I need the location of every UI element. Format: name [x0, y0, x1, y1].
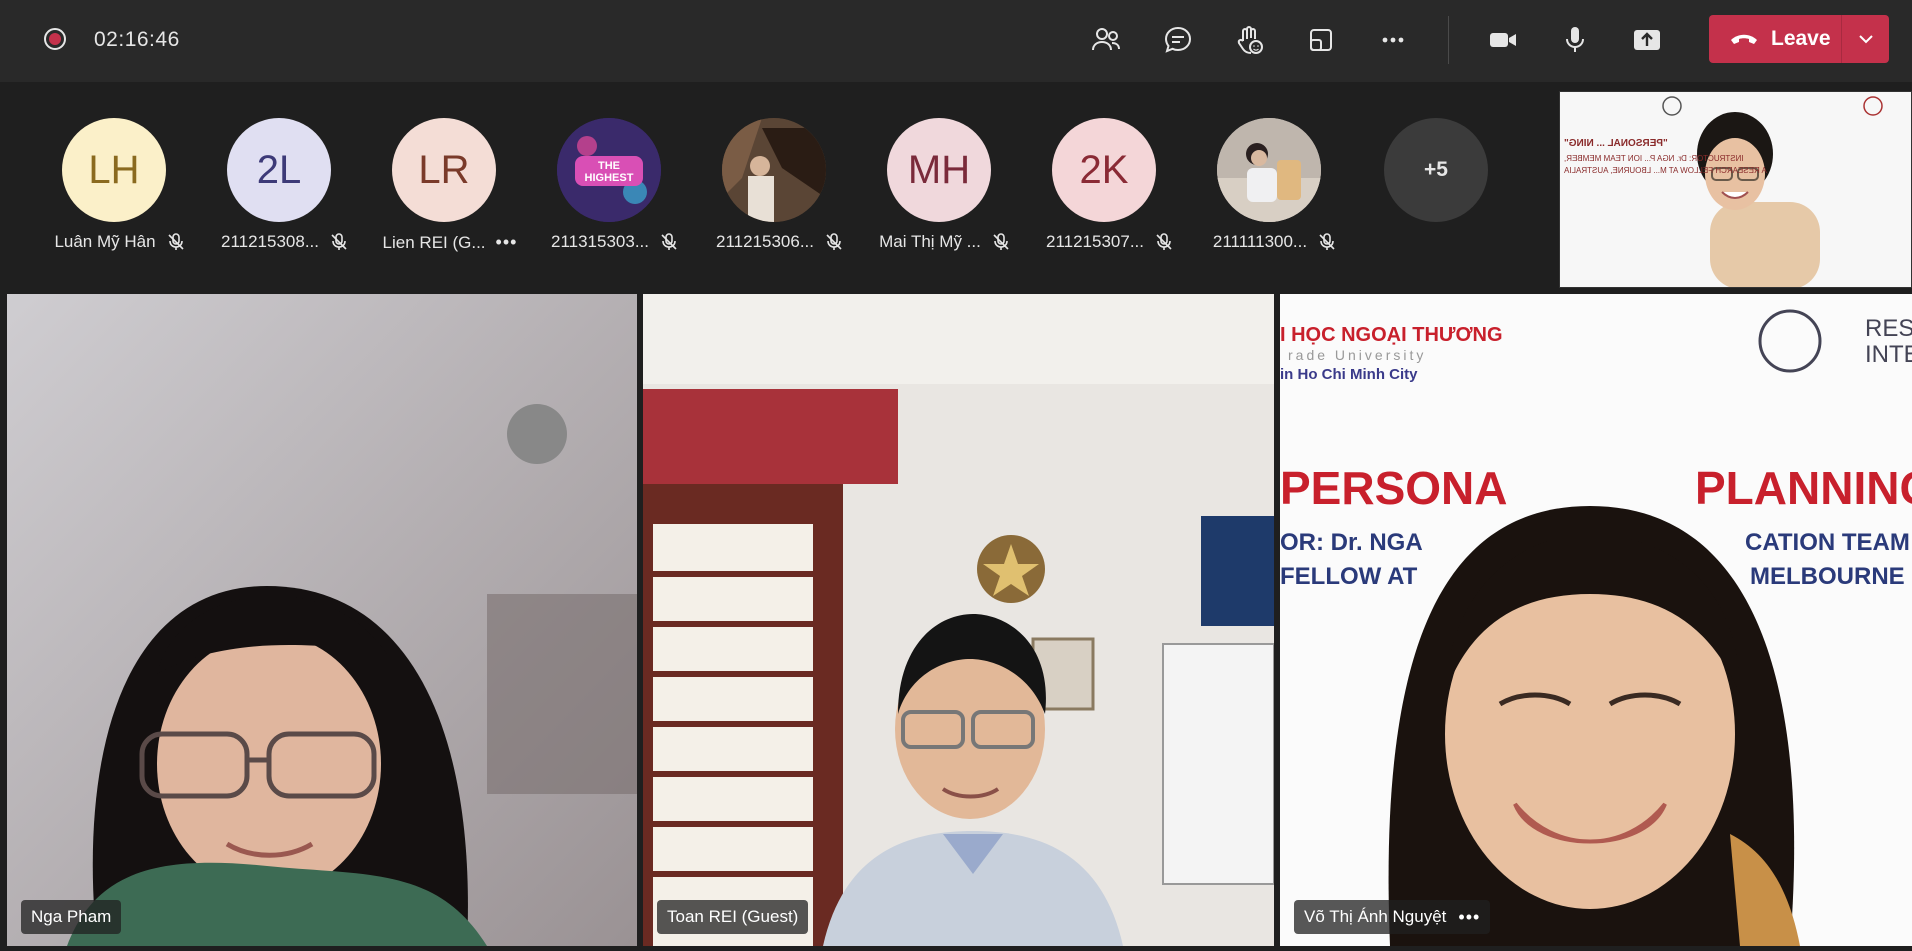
avatar: 2L [227, 118, 331, 222]
video-tile[interactable]: Nga Pham [7, 294, 637, 946]
the-highest-logo: THE HIGHEST [557, 118, 661, 222]
toolbar-divider [1448, 16, 1449, 64]
slide-instructor-left: OR: Dr. NGA [1280, 529, 1423, 556]
breakout-icon [1310, 29, 1332, 51]
people-icon [1092, 28, 1120, 51]
participant-item[interactable]: 211111300... [1185, 82, 1345, 292]
avatar-photo [722, 118, 826, 222]
leave-options-button[interactable] [1842, 15, 1889, 63]
microphone-button[interactable] [1554, 20, 1596, 60]
avatar: MH [887, 118, 991, 222]
avatar: THE HIGHEST [557, 118, 661, 222]
share-content-button[interactable] [1626, 20, 1668, 60]
participant-name: 211111300... [1212, 232, 1308, 251]
mic-off-icon [993, 233, 1009, 250]
video-feed: I HỌC NGOẠI THƯƠNG rade University in Ho… [1280, 294, 1912, 946]
participant-name: 211315303... [551, 232, 649, 251]
tile-name: Võ Thị Ánh Nguyệt [1304, 907, 1447, 926]
participant-name-tag: Nga Pham [21, 900, 122, 934]
participant-name-tag: Võ Thị Ánh Nguyệt ••• [1294, 900, 1491, 934]
raise-hand-icon [1237, 26, 1263, 54]
breakout-rooms-button[interactable] [1300, 20, 1342, 60]
participant-item[interactable]: MH Mai Thị Mỹ ... [855, 82, 1015, 292]
mic-off-icon [826, 233, 842, 250]
svg-text:HIGHEST: HIGHEST [585, 172, 634, 184]
video-tile[interactable]: Toan REI (Guest) [643, 294, 1274, 946]
participant-item[interactable]: THE HIGHEST 211315303... [525, 82, 685, 292]
more-options-button[interactable] [1372, 20, 1414, 60]
slide-title-left: PERSONA [1280, 462, 1507, 514]
share-icon [1634, 30, 1660, 50]
more-participants-button[interactable]: +5 [1384, 118, 1488, 222]
avatar: 2K [1052, 118, 1156, 222]
participant-name-tag: Toan REI (Guest) [657, 900, 809, 934]
tile-name: Nga Pham [31, 907, 112, 926]
recording-icon [44, 28, 66, 50]
participant-item[interactable]: 2K 211215307... [1020, 82, 1180, 292]
more-options-icon [1382, 37, 1404, 43]
avatar: LR [392, 118, 496, 222]
chat-icon [1164, 26, 1192, 53]
participant-item[interactable]: 211215306... [690, 82, 850, 292]
slide-logo-text: RESO [1865, 315, 1912, 342]
people-button[interactable] [1085, 20, 1127, 60]
participant-item[interactable]: LR Lien REI (G... ••• [360, 82, 520, 292]
mic-off-icon [331, 233, 347, 250]
tile-name: Toan REI (Guest) [667, 907, 799, 926]
slide-university: I HỌC NGOẠI THƯƠNG [1280, 324, 1503, 346]
slide-instructor-right: CATION TEAM [1745, 529, 1910, 556]
mic-off-icon [1319, 233, 1335, 250]
meeting-timer: 02:16:46 [94, 28, 180, 51]
slide-logo-text: INTE [1865, 341, 1912, 368]
meeting-toolbar: 02:16:46 Leave [0, 0, 1912, 82]
participant-name: Lien REI (G... [382, 232, 486, 252]
more-options-icon[interactable]: ••• [1458, 907, 1480, 928]
leave-button[interactable]: Leave [1709, 15, 1889, 63]
participant-name: 211215306... [716, 232, 814, 251]
participant-name: Mai Thị Mỹ ... [879, 232, 981, 251]
video-tile[interactable]: I HỌC NGOẠI THƯƠNG rade University in Ho… [1280, 294, 1912, 946]
hangup-icon [1731, 34, 1757, 44]
raise-hand-button[interactable] [1228, 20, 1270, 60]
share-line: "PERSONAL ... NING" [1564, 138, 1668, 149]
camera-button[interactable] [1482, 20, 1524, 60]
self-video-preview[interactable]: "PERSONAL ... NING" INSTRUCTOR: Dr. NGA … [1559, 91, 1912, 288]
avatar-photo [1217, 118, 1321, 222]
video-feed [7, 294, 637, 946]
leave-main[interactable]: Leave [1709, 15, 1841, 63]
participant-name: 211215308... [221, 232, 319, 251]
slide-city: in Ho Chi Minh City [1280, 366, 1418, 383]
slide-fellow-left: FELLOW AT [1280, 563, 1418, 590]
participant-name: 211215307... [1046, 232, 1144, 251]
mic-off-icon [1156, 233, 1172, 250]
video-feed [643, 294, 1274, 946]
slide-fellow-right: MELBOURNE [1750, 563, 1905, 590]
leave-label: Leave [1771, 27, 1831, 50]
share-line: INSTRUCTOR: Dr. NGA P... ION TEAM MEMBER… [1564, 154, 1744, 163]
slide-university-en: rade University [1288, 347, 1426, 363]
microphone-icon [1566, 27, 1584, 52]
avatar: LH [62, 118, 166, 222]
svg-text:THE: THE [598, 160, 620, 172]
participant-name: Luân Mỹ Hân [54, 232, 156, 251]
more-options-icon[interactable]: ••• [496, 232, 518, 253]
camera-icon [1490, 33, 1516, 47]
share-line: A RESEARCH FELLOW AT M... LBOURNE, AUSTR… [1564, 166, 1767, 175]
slide-title-right: PLANNING [1695, 462, 1912, 514]
mic-off-icon [661, 233, 677, 250]
participant-item[interactable]: LH Luân Mỹ Hân [30, 82, 190, 292]
chevron-down-icon [1858, 35, 1873, 44]
mic-off-icon [167, 233, 184, 250]
chat-button[interactable] [1157, 20, 1199, 60]
participant-item[interactable]: 2L 211215308... [195, 82, 355, 292]
